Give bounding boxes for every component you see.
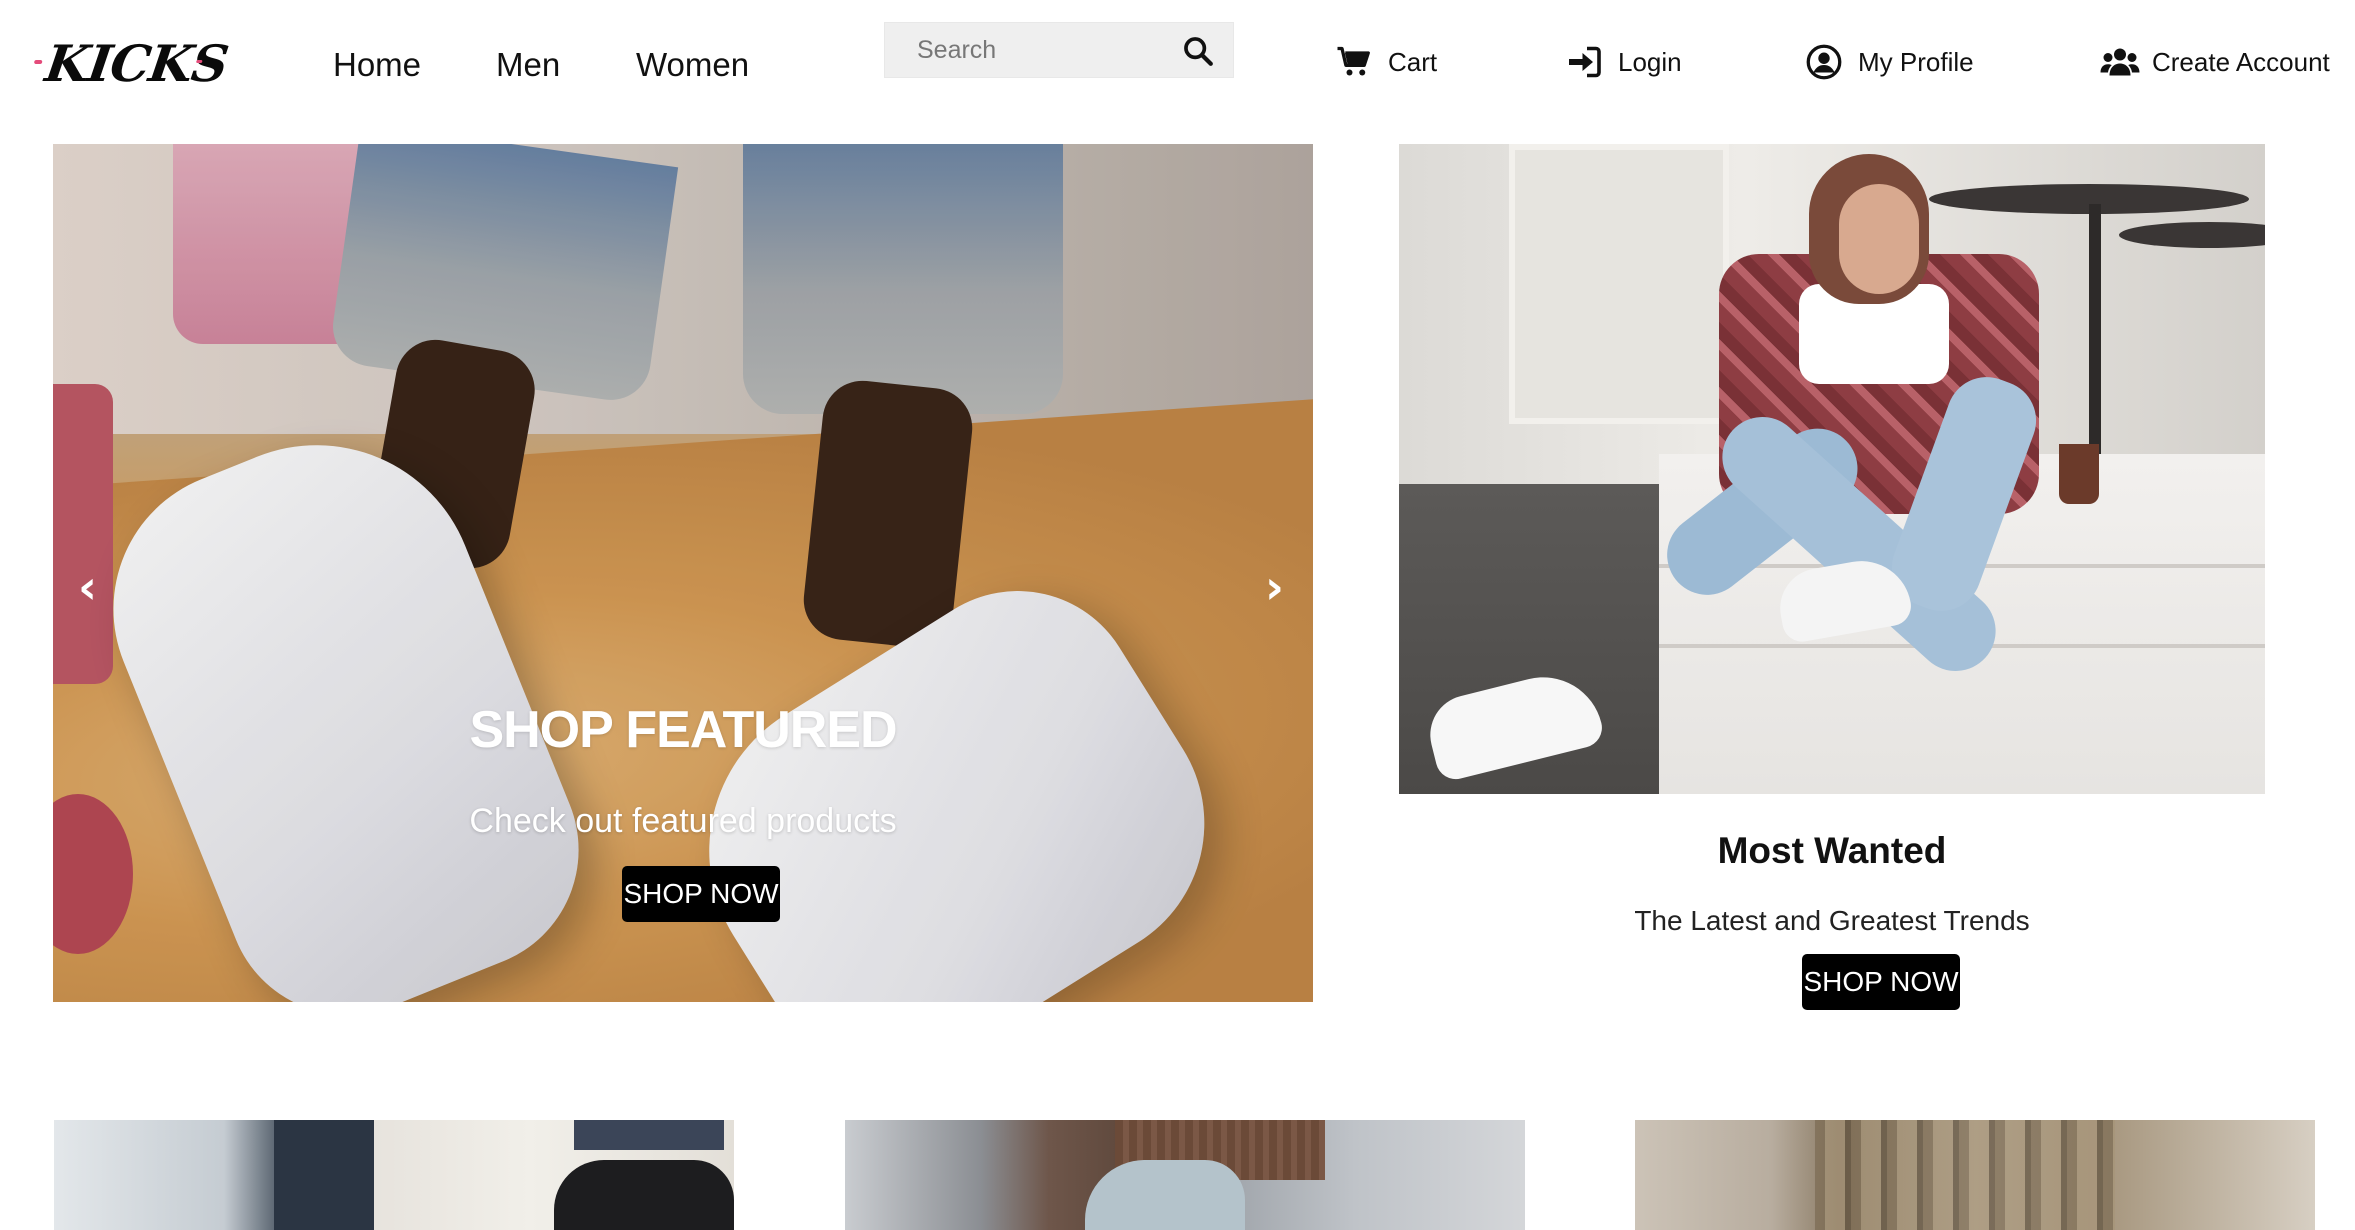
nav-link-women[interactable]: Women (636, 46, 749, 84)
my-profile-link[interactable]: My Profile (1806, 42, 1974, 82)
logo-splash (196, 60, 203, 63)
promo-image-door (1509, 144, 1729, 424)
promo-subtitle: The Latest and Greatest Trends (1634, 905, 2030, 936)
carousel-next-icon[interactable]: › (1265, 560, 1284, 614)
navbar: KICKS Home Men Women Cart (0, 0, 2355, 135)
promo-image-face (1839, 184, 1919, 294)
search-bar (884, 22, 1234, 78)
cart-icon (1336, 44, 1372, 80)
search-input[interactable] (885, 23, 1175, 77)
nav-link-men[interactable]: Men (496, 46, 560, 84)
tile-image-sneaker (554, 1160, 734, 1230)
hero-title: SHOP FEATURED (469, 701, 897, 759)
users-icon (2100, 44, 2140, 80)
promo-image-cup (2059, 444, 2099, 504)
create-account-link[interactable]: Create Account (2100, 42, 2330, 82)
cart-link[interactable]: Cart (1336, 42, 1437, 82)
carousel-prev-icon[interactable]: ‹ (78, 560, 97, 614)
my-profile-label: My Profile (1858, 46, 1974, 77)
brand-logo[interactable]: KICKS (33, 34, 232, 93)
category-tile-2[interactable] (845, 1120, 1525, 1230)
logo-text: KICKS (41, 34, 232, 93)
category-tile-3[interactable] (1635, 1120, 2315, 1230)
create-account-label: Create Account (2152, 46, 2330, 77)
nav-link-home[interactable]: Home (333, 46, 421, 84)
cart-label: Cart (1388, 46, 1438, 77)
tile-image-jeans (274, 1120, 374, 1230)
search-icon[interactable] (1181, 34, 1215, 68)
login-link[interactable]: Login (1566, 42, 1682, 82)
promo-shop-now-button[interactable]: SHOP NOW (1802, 954, 1960, 1010)
hero-shop-now-button[interactable]: SHOP NOW (622, 866, 780, 922)
promo-title: Most Wanted (1717, 830, 1947, 871)
user-circle-icon (1806, 44, 1842, 80)
tile-image-sneaker (1085, 1160, 1245, 1230)
login-label: Login (1618, 46, 1682, 77)
category-tile-1[interactable] (54, 1120, 734, 1230)
hero-subtitle: Check out featured products (469, 802, 897, 840)
logo-splash (33, 60, 43, 64)
tile-image-ornament (1815, 1120, 2115, 1230)
promo-image-table-leg (2089, 204, 2101, 454)
sign-in-icon (1566, 44, 1602, 80)
promo-image (1399, 144, 2265, 794)
tile-image-jeans (574, 1120, 724, 1150)
